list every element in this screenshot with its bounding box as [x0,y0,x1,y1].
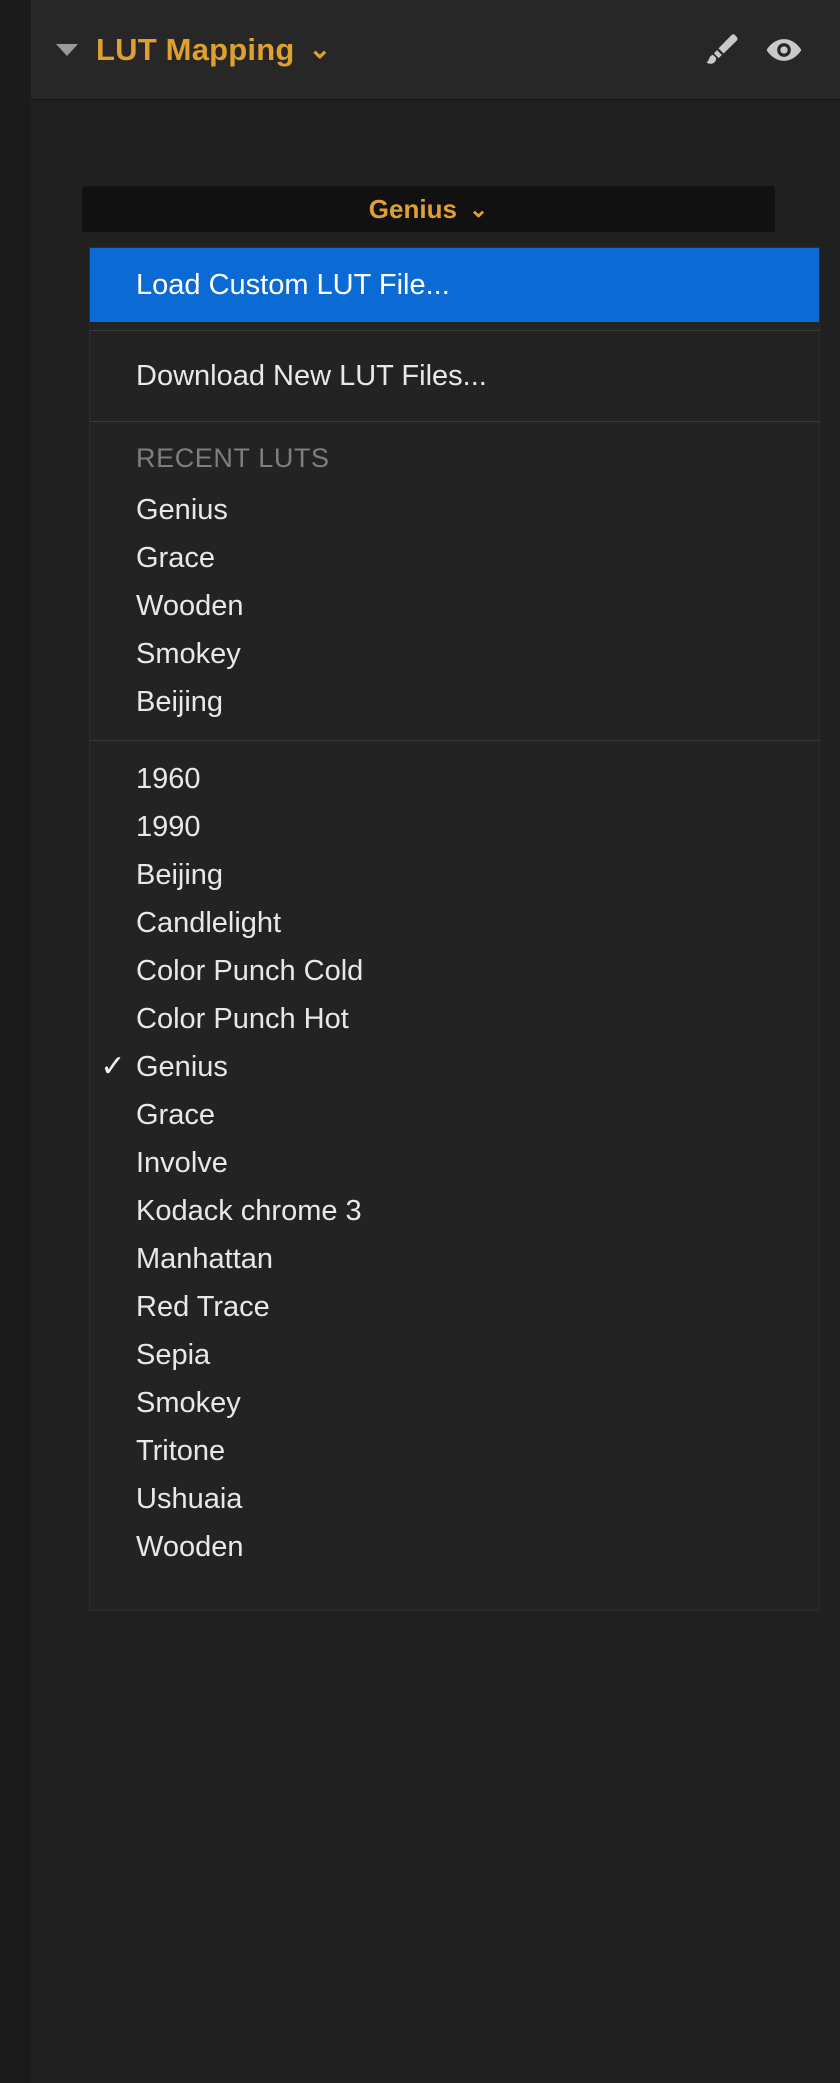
lut-item-red-trace[interactable]: Red Trace [90,1283,819,1331]
lut-item-label: 1990 [136,810,201,843]
menu-spacer [90,422,819,430]
menu-spacer [90,331,819,339]
lut-select-value: Genius [368,193,457,224]
lut-item-smokey[interactable]: Smokey [90,1379,819,1427]
menu-spacer [90,413,819,421]
recent-lut-label: Genius [136,493,228,526]
menu-item-label: Load Custom LUT File... [136,268,450,301]
lut-item-label: Red Trace [136,1290,270,1323]
checkmark-icon: ✓ [100,1050,126,1083]
lut-item-label: 1960 [136,762,201,795]
lut-item-label: Wooden [136,1530,244,1563]
eye-icon[interactable] [761,27,807,73]
recent-lut-label: Smokey [136,637,241,670]
lut-item-beijing[interactable]: Beijing [90,851,819,899]
section-header-label: RECENT LUTS [136,442,330,473]
lut-item-color-punch-cold[interactable]: Color Punch Cold [90,947,819,995]
lut-item-sepia[interactable]: Sepia [90,1331,819,1379]
menu-spacer [90,741,819,755]
menu-item-load-custom-lut[interactable]: Load Custom LUT File... [90,248,819,322]
menu-spacer [90,726,819,740]
section-header-recent-luts: RECENT LUTS [90,430,819,486]
lut-item-1960[interactable]: 1960 [90,755,819,803]
lut-item-label: Genius [136,1050,228,1083]
paintbrush-icon[interactable] [699,27,745,73]
lut-item-label: Manhattan [136,1242,274,1275]
menu-item-download-new-luts[interactable]: Download New LUT Files... [90,339,819,413]
lut-item-1990[interactable]: 1990 [90,803,819,851]
recent-lut-label: Beijing [136,685,224,718]
lut-item-genius[interactable]: ✓ Genius [90,1043,819,1091]
lut-item-label: Tritone [136,1434,226,1467]
lut-item-candlelight[interactable]: Candlelight [90,899,819,947]
lut-item-tritone[interactable]: Tritone [90,1427,819,1475]
recent-lut-item[interactable]: Genius [90,486,819,534]
recent-lut-item[interactable]: Wooden [90,582,819,630]
lut-item-label: Candlelight [136,906,282,939]
chevron-down-icon: ⌄ [468,195,489,222]
left-gutter [0,0,31,2083]
recent-lut-label: Grace [136,541,215,574]
page-title: LUT Mapping [96,31,295,67]
recent-lut-item[interactable]: Grace [90,534,819,582]
lut-item-label: Beijing [136,858,224,891]
recent-lut-label: Wooden [136,589,244,622]
recent-lut-item[interactable]: Smokey [90,630,819,678]
lut-select-button[interactable]: Genius ⌄ [82,186,775,232]
lut-mapping-header[interactable]: LUT Mapping ⌄ [31,0,840,100]
lut-item-wooden[interactable]: Wooden [90,1523,819,1571]
lut-item-label: Kodack chrome 3 [136,1194,362,1227]
menu-spacer [90,322,819,330]
lut-item-label: Smokey [136,1386,241,1419]
lut-item-label: Sepia [136,1338,211,1371]
lut-dropdown-menu[interactable]: Load Custom LUT File... Download New LUT… [89,247,820,1611]
chevron-down-icon[interactable]: ⌄ [309,36,332,63]
recent-lut-item[interactable]: Beijing [90,678,819,726]
lut-item-manhattan[interactable]: Manhattan [90,1235,819,1283]
lut-item-involve[interactable]: Involve [90,1139,819,1187]
triangle-down-icon[interactable] [56,43,78,56]
lut-item-label: Grace [136,1098,215,1131]
lut-item-grace[interactable]: Grace [90,1091,819,1139]
lut-item-label: Color Punch Hot [136,1002,349,1035]
lut-item-ushuaia[interactable]: Ushuaia [90,1475,819,1523]
menu-item-label: Download New LUT Files... [136,359,487,392]
lut-item-label: Color Punch Cold [136,954,364,987]
lut-item-kodack-chrome-3[interactable]: Kodack chrome 3 [90,1187,819,1235]
lut-item-label: Involve [136,1146,228,1179]
lut-item-label: Ushuaia [136,1482,243,1515]
lut-item-color-punch-hot[interactable]: Color Punch Hot [90,995,819,1043]
